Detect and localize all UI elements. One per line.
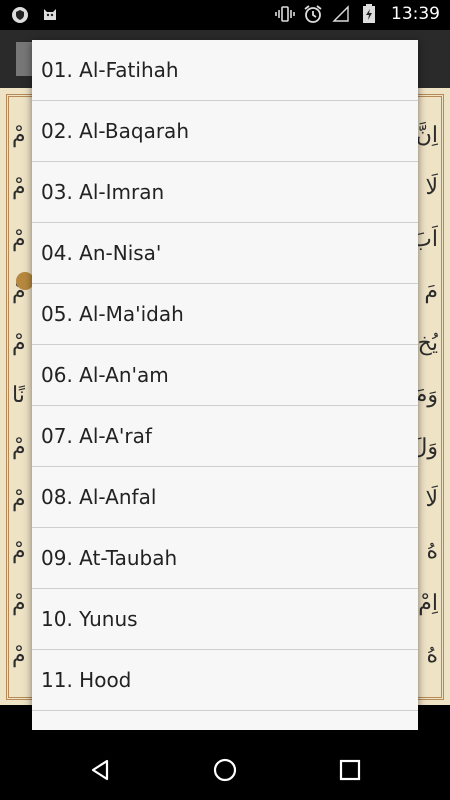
surah-item-al-maidah[interactable]: 05. Al-Ma'idah [32,284,418,345]
navigation-bar [0,740,450,800]
clock-text: 13:39 [391,4,440,24]
battery-icon [359,4,379,24]
surah-item-al-fatihah[interactable]: 01. Al-Fatihah [32,40,418,101]
surah-item-al-imran[interactable]: 03. Al-Imran [32,162,418,223]
recent-apps-icon[interactable] [330,752,370,788]
surah-item-at-taubah[interactable]: 09. At-Taubah [32,528,418,589]
vibrate-icon [275,4,295,24]
surah-item-hood[interactable]: 11. Hood [32,650,418,711]
surah-item-partial[interactable] [32,711,418,730]
surah-item-yunus[interactable]: 10. Yunus [32,589,418,650]
surah-item-an-nisa[interactable]: 04. An-Nisa' [32,223,418,284]
signal-icon [331,4,351,24]
home-icon[interactable] [205,752,245,788]
surah-item-al-araf[interactable]: 07. Al-A'raf [32,406,418,467]
back-icon[interactable] [80,752,120,788]
status-bar: 13:39 [0,0,450,30]
surah-item-al-anam[interactable]: 06. Al-An'am [32,345,418,406]
surah-item-al-baqarah[interactable]: 02. Al-Baqarah [32,101,418,162]
cat-icon [40,5,60,25]
shield-icon [10,5,30,25]
alarm-icon [303,4,323,24]
surah-item-al-anfal[interactable]: 08. Al-Anfal [32,467,418,528]
surah-list-dialog: 01. Al-Fatihah 02. Al-Baqarah 03. Al-Imr… [32,40,418,730]
